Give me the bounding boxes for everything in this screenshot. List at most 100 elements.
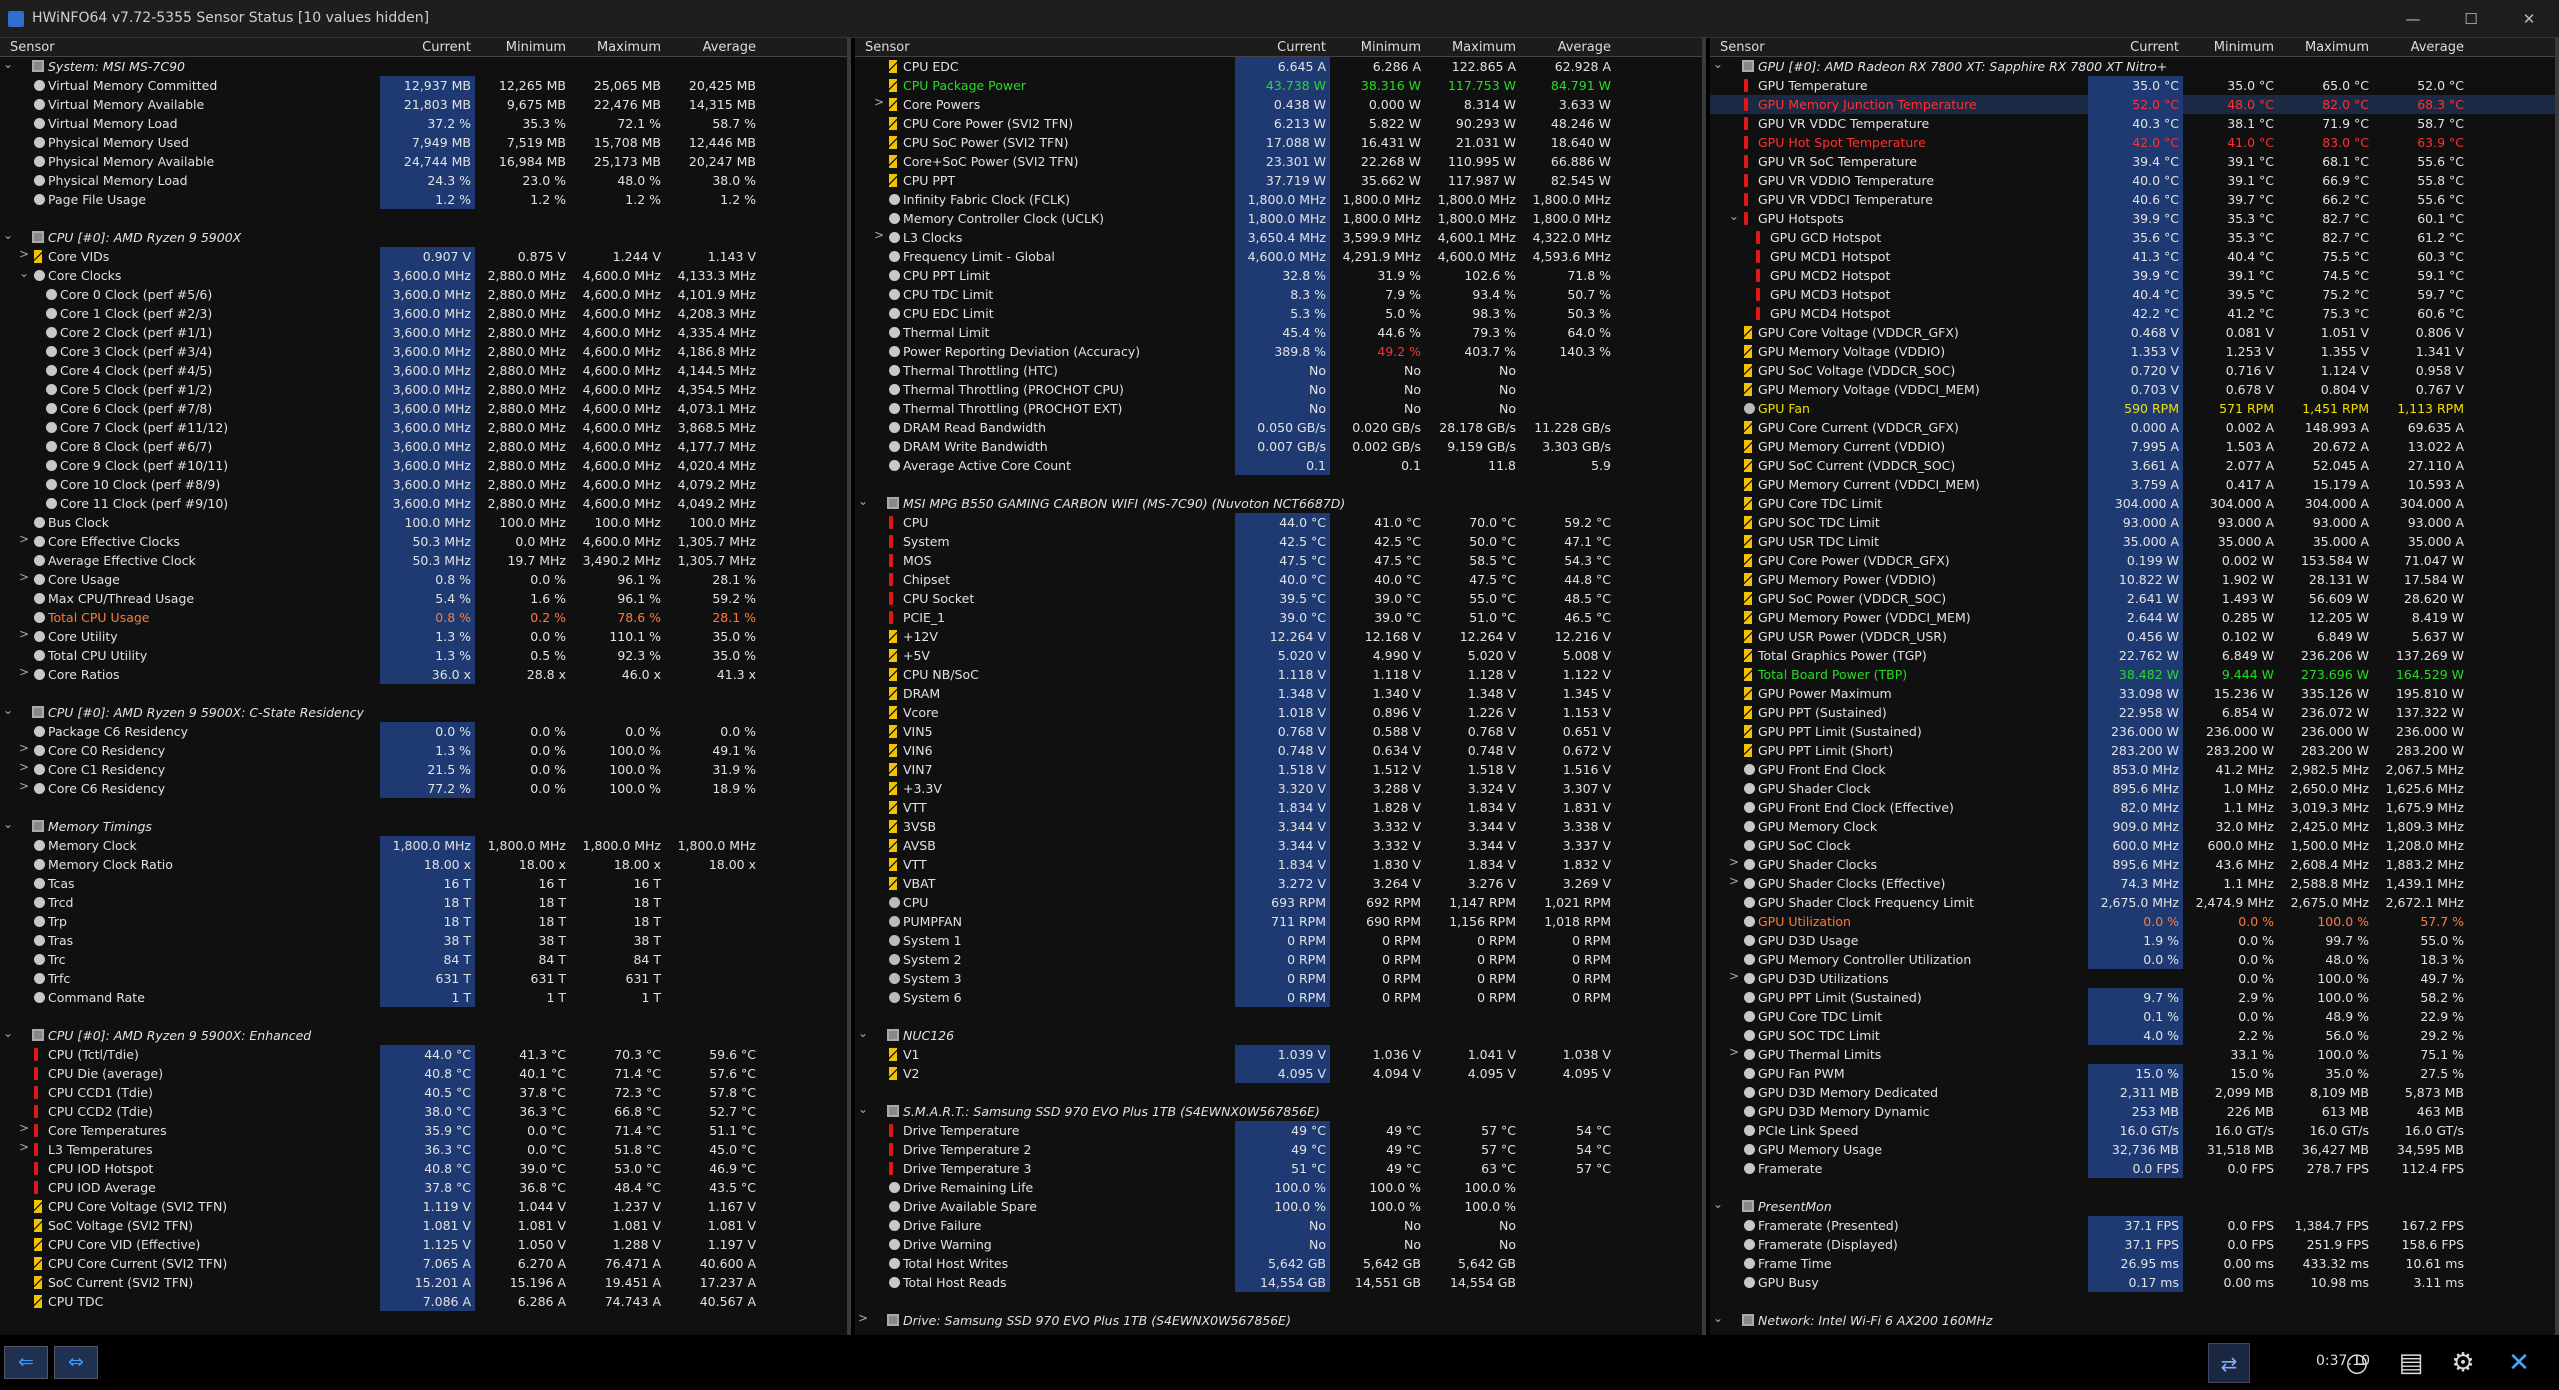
sensor-row[interactable]: Max CPU/Thread Usage 5.4 % 1.6 % 96.1 % 59.2…: [0, 589, 847, 608]
sensor-row[interactable]: GPU Shader Clock 895.6 MHz 1.0 MHz 2,650.0 …: [1710, 779, 2555, 798]
sensor-row[interactable]: > GPU Shader Clocks (Effective) 74.3 MHz 1.…: [1710, 874, 2555, 893]
sensor-row[interactable]: GPU SOC TDC Limit 4.0 % 2.2 % 56.0 % 29.2 %: [1710, 1026, 2555, 1045]
settings-gear-icon[interactable]: ⚙: [2442, 1343, 2484, 1383]
sensor-row[interactable]: CPU TDC Limit 8.3 % 7.9 % 93.4 % 50.7 %: [855, 285, 1702, 304]
sensor-row[interactable]: MOS 47.5 °C 47.5 °C 58.5 °C 54.3 °C: [855, 551, 1702, 570]
sensor-row[interactable]: ⌄ GPU Hotspots 39.9 °C 35.3 °C 82.7 °C 60.1 °…: [1710, 209, 2555, 228]
sensor-row[interactable]: > Core C1 Residency 21.5 % 0.0 % 100.0 % 31.9…: [0, 760, 847, 779]
sensor-row[interactable]: CPU PPT 37.719 W 35.662 W 117.987 W 82.545 W: [855, 171, 1702, 190]
sensor-row[interactable]: Total Host Reads 14,554 GB 14,551 GB 14,554…: [855, 1273, 1702, 1292]
sensor-row[interactable]: Drive Temperature 49 °C 49 °C 57 °C 54 °C: [855, 1121, 1702, 1140]
expand-chevron-icon[interactable]: >: [18, 570, 30, 584]
sensor-group[interactable]: ⌄ System: MSI MS-7C90: [0, 57, 847, 76]
sensor-row[interactable]: Core 11 Clock (perf #9/10) 3,600.0 MHz 2,8…: [0, 494, 847, 513]
sensor-row[interactable]: GPU Power Maximum 33.098 W 15.236 W 335.126…: [1710, 684, 2555, 703]
sensor-row[interactable]: GPU SoC Voltage (VDDCR_SOC) 0.720 V 0.716 …: [1710, 361, 2555, 380]
expand-chevron-icon[interactable]: >: [1728, 874, 1740, 888]
sensor-group[interactable]: ⌄ NUC126: [855, 1026, 1702, 1045]
sensor-row[interactable]: Virtual Memory Available 21,803 MB 9,675 M…: [0, 95, 847, 114]
sensor-row[interactable]: Thermal Throttling (HTC) No No No: [855, 361, 1702, 380]
collapse-chevron-icon[interactable]: ⌄: [857, 1102, 869, 1116]
sensor-row[interactable]: Core 6 Clock (perf #7/8) 3,600.0 MHz 2,880…: [0, 399, 847, 418]
sensor-row[interactable]: GPU Memory Voltage (VDDIO) 1.353 V 1.253 V…: [1710, 342, 2555, 361]
sensor-row[interactable]: Memory Clock 1,800.0 MHz 1,800.0 MHz 1,800.…: [0, 836, 847, 855]
column-average[interactable]: Average: [2411, 40, 2464, 55]
sensor-row[interactable]: GPU SoC Current (VDDCR_SOC) 3.661 A 2.077 …: [1710, 456, 2555, 475]
sensor-row[interactable]: CPU 44.0 °C 41.0 °C 70.0 °C 59.2 °C: [855, 513, 1702, 532]
sensor-row[interactable]: GPU Front End Clock 853.0 MHz 41.2 MHz 2,98…: [1710, 760, 2555, 779]
sensor-group[interactable]: ⌄ Memory Timings: [0, 817, 847, 836]
sensor-row[interactable]: CPU (Tctl/Tdie) 44.0 °C 41.3 °C 70.3 °C 59.6…: [0, 1045, 847, 1064]
sensor-row[interactable]: System 3 0 RPM 0 RPM 0 RPM 0 RPM: [855, 969, 1702, 988]
column-current[interactable]: Current: [1277, 40, 1326, 55]
sensor-group[interactable]: ⌄ MSI MPG B550 GAMING CARBON WIFI (MS-7C9…: [855, 494, 1702, 513]
sensor-row[interactable]: Core 7 Clock (perf #11/12) 3,600.0 MHz 2,8…: [0, 418, 847, 437]
sensor-row[interactable]: GPU Fan 590 RPM 571 RPM 1,451 RPM 1,113 RPM: [1710, 399, 2555, 418]
sensor-row[interactable]: GPU Memory Current (VDDCI_MEM) 3.759 A 0.4…: [1710, 475, 2555, 494]
sensor-row[interactable]: > Core Powers 0.438 W 0.000 W 8.314 W 3.633 W: [855, 95, 1702, 114]
sensor-row[interactable]: Core 2 Clock (perf #1/1) 3,600.0 MHz 2,880…: [0, 323, 847, 342]
sensor-row[interactable]: CPU EDC 6.645 A 6.286 A 122.865 A 62.928 A: [855, 57, 1702, 76]
sensor-row[interactable]: Total Graphics Power (TGP) 22.762 W 6.849 …: [1710, 646, 2555, 665]
sensor-row[interactable]: System 42.5 °C 42.5 °C 50.0 °C 47.1 °C: [855, 532, 1702, 551]
sensor-row[interactable]: Core 4 Clock (perf #4/5) 3,600.0 MHz 2,880…: [0, 361, 847, 380]
sensor-row[interactable]: Power Reporting Deviation (Accuracy) 389.…: [855, 342, 1702, 361]
sensor-row[interactable]: Trc 84 T 84 T 84 T: [0, 950, 847, 969]
sensor-row[interactable]: Bus Clock 100.0 MHz 100.0 MHz 100.0 MHz 100.…: [0, 513, 847, 532]
sensor-row[interactable]: VTT 1.834 V 1.830 V 1.834 V 1.832 V: [855, 855, 1702, 874]
sensor-row[interactable]: GPU D3D Memory Dedicated 2,311 MB 2,099 MB…: [1710, 1083, 2555, 1102]
column-minimum[interactable]: Minimum: [506, 40, 566, 55]
sensor-row[interactable]: GPU PPT Limit (Sustained) 9.7 % 2.9 % 100.0…: [1710, 988, 2555, 1007]
sensor-group[interactable]: ⌄ CPU [#0]: AMD Ryzen 9 5900X: Enhanced: [0, 1026, 847, 1045]
sensor-row[interactable]: DRAM Write Bandwidth 0.007 GB/s 0.002 GB/s…: [855, 437, 1702, 456]
sensor-row[interactable]: > Core Usage 0.8 % 0.0 % 96.1 % 28.1 %: [0, 570, 847, 589]
network-icon[interactable]: ⇄: [2208, 1343, 2250, 1383]
sensor-row[interactable]: GPU Memory Power (VDDCI_MEM) 2.644 W 0.285…: [1710, 608, 2555, 627]
column-sensor[interactable]: Sensor: [1720, 40, 1765, 55]
sensor-row[interactable]: Average Effective Clock 50.3 MHz 19.7 MHz 3…: [0, 551, 847, 570]
sensor-row[interactable]: V1 1.039 V 1.036 V 1.041 V 1.038 V: [855, 1045, 1702, 1064]
sensor-group[interactable]: ⌄ PresentMon: [1710, 1197, 2555, 1216]
sensor-row[interactable]: GPU Busy 0.17 ms 0.00 ms 10.98 ms 3.11 ms: [1710, 1273, 2555, 1292]
expand-chevron-icon[interactable]: >: [873, 95, 885, 109]
sensor-row[interactable]: CPU CCD2 (Tdie) 38.0 °C 36.3 °C 66.8 °C 52.7…: [0, 1102, 847, 1121]
collapse-chevron-icon[interactable]: ⌄: [1712, 57, 1724, 71]
sensor-row[interactable]: VTT 1.834 V 1.828 V 1.834 V 1.831 V: [855, 798, 1702, 817]
sensor-row[interactable]: GPU Memory Controller Utilization 0.0 % 0.…: [1710, 950, 2555, 969]
sensor-row[interactable]: Thermal Throttling (PROCHOT EXT) No No No: [855, 399, 1702, 418]
sensor-row[interactable]: > L3 Temperatures 36.3 °C 0.0 °C 51.8 °C 45.0…: [0, 1140, 847, 1159]
sensor-row[interactable]: GPU Core Power (VDDCR_GFX) 0.199 W 0.002 W…: [1710, 551, 2555, 570]
column-current[interactable]: Current: [422, 40, 471, 55]
sensor-group[interactable]: ⌄ GPU [#0]: AMD Radeon RX 7800 XT: Sapphi…: [1710, 57, 2555, 76]
sensor-row[interactable]: GPU SoC Power (VDDCR_SOC) 2.641 W 1.493 W 5…: [1710, 589, 2555, 608]
sensor-row[interactable]: GPU MCD2 Hotspot 39.9 °C 39.1 °C 74.5 °C 59.…: [1710, 266, 2555, 285]
sensor-row[interactable]: Thermal Throttling (PROCHOT CPU) No No No: [855, 380, 1702, 399]
expand-chevron-icon[interactable]: >: [18, 665, 30, 679]
collapse-chevron-icon[interactable]: ⌄: [2, 817, 14, 831]
sensor-group[interactable]: ⌄ S.M.A.R.T.: Samsung SSD 970 EVO Plus 1T…: [855, 1102, 1702, 1121]
expand-chevron-icon[interactable]: >: [873, 228, 885, 242]
sensor-row[interactable]: +5V 5.020 V 4.990 V 5.020 V 5.008 V: [855, 646, 1702, 665]
sensor-group[interactable]: > Drive: Samsung SSD 970 EVO Plus 1TB (S4…: [855, 1311, 1702, 1330]
sensor-row[interactable]: GPU MCD1 Hotspot 41.3 °C 40.4 °C 75.5 °C 60.…: [1710, 247, 2555, 266]
sensor-row[interactable]: GPU Hot Spot Temperature 42.0 °C 41.0 °C 83…: [1710, 133, 2555, 152]
maximize-button[interactable]: ☐: [2442, 0, 2500, 38]
sensor-row[interactable]: V2 4.095 V 4.094 V 4.095 V 4.095 V: [855, 1064, 1702, 1083]
sensor-row[interactable]: CPU Core Voltage (SVI2 TFN) 1.119 V 1.044 …: [0, 1197, 847, 1216]
expand-chevron-icon[interactable]: >: [18, 532, 30, 546]
expand-chevron-icon[interactable]: >: [18, 760, 30, 774]
sensor-row[interactable]: Drive Temperature 3 51 °C 49 °C 63 °C 57 °C: [855, 1159, 1702, 1178]
sensor-row[interactable]: GPU MCD4 Hotspot 42.2 °C 41.2 °C 75.3 °C 60.…: [1710, 304, 2555, 323]
clock-icon[interactable]: ◷: [2336, 1343, 2378, 1383]
sensor-row[interactable]: GPU PPT (Sustained) 22.958 W 6.854 W 236.07…: [1710, 703, 2555, 722]
column-maximum[interactable]: Maximum: [1452, 40, 1516, 55]
sensor-row[interactable]: GPU VR VDDIO Temperature 40.0 °C 39.1 °C 66…: [1710, 171, 2555, 190]
sensor-row[interactable]: GPU SoC Clock 600.0 MHz 600.0 MHz 1,500.0 M…: [1710, 836, 2555, 855]
sensor-row[interactable]: Frequency Limit - Global 4,600.0 MHz 4,291…: [855, 247, 1702, 266]
sensor-row[interactable]: > Core Utility 1.3 % 0.0 % 110.1 % 35.0 %: [0, 627, 847, 646]
sensor-row[interactable]: GPU Memory Usage 32,736 MB 31,518 MB 36,427…: [1710, 1140, 2555, 1159]
sensor-row[interactable]: Frame Time 26.95 ms 0.00 ms 433.32 ms 10.61 …: [1710, 1254, 2555, 1273]
expand-chevron-icon[interactable]: >: [18, 247, 30, 261]
minimize-button[interactable]: —: [2384, 0, 2442, 38]
sensor-row[interactable]: CPU 693 RPM 692 RPM 1,147 RPM 1,021 RPM: [855, 893, 1702, 912]
